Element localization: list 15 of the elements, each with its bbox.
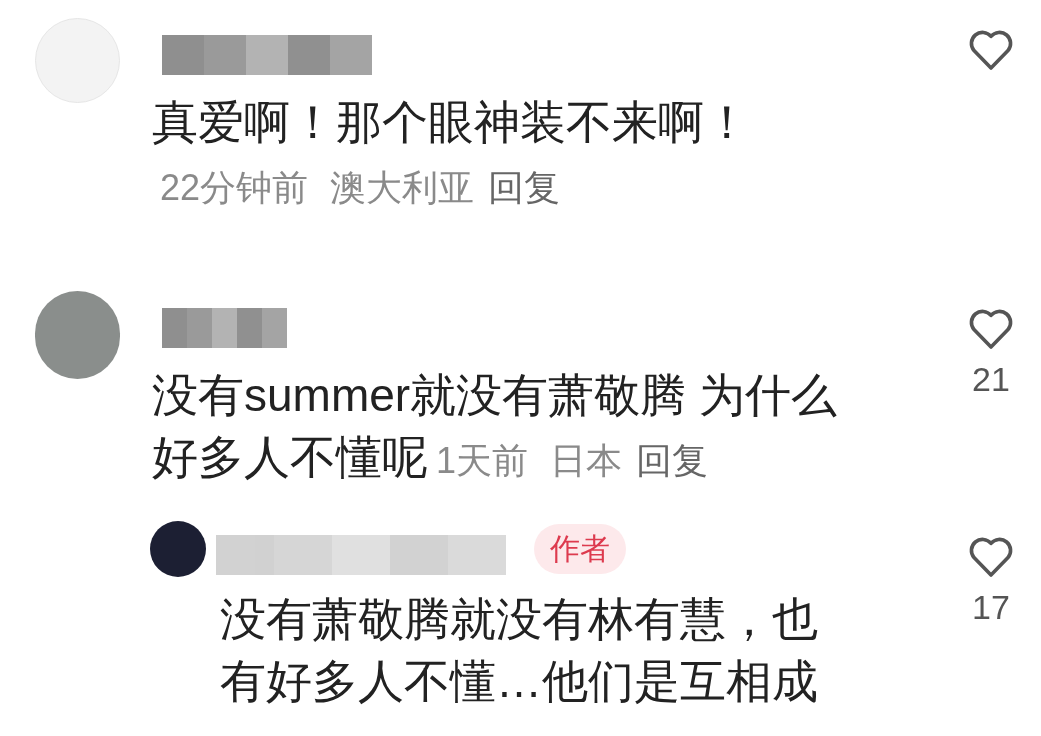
comment-text: 好多人不懂呢 [152,431,428,483]
comment-text: 真爱啊！那个眼神装不来啊！ [152,96,750,148]
comment-time: 1天前 [436,440,529,481]
reply-text: 没有萧敬腾就没有林有慧，也 [220,593,818,645]
comment-location: 日本 [550,440,623,481]
author-badge: 作者 [534,524,626,574]
like-count: 17 [972,587,1010,628]
reply-text: 有好多人不懂…他们是互相成 [220,655,818,707]
like-count: 21 [972,359,1010,400]
comment-location: 澳大利亚 [330,167,475,208]
avatar[interactable] [150,521,206,577]
reply-link[interactable]: 回复 [488,167,561,208]
comment-text: 没有summer就没有萧敬腾 为什么 [152,369,837,421]
reply-link[interactable]: 回复 [636,440,709,481]
comment-time: 22分钟前 [160,167,309,208]
